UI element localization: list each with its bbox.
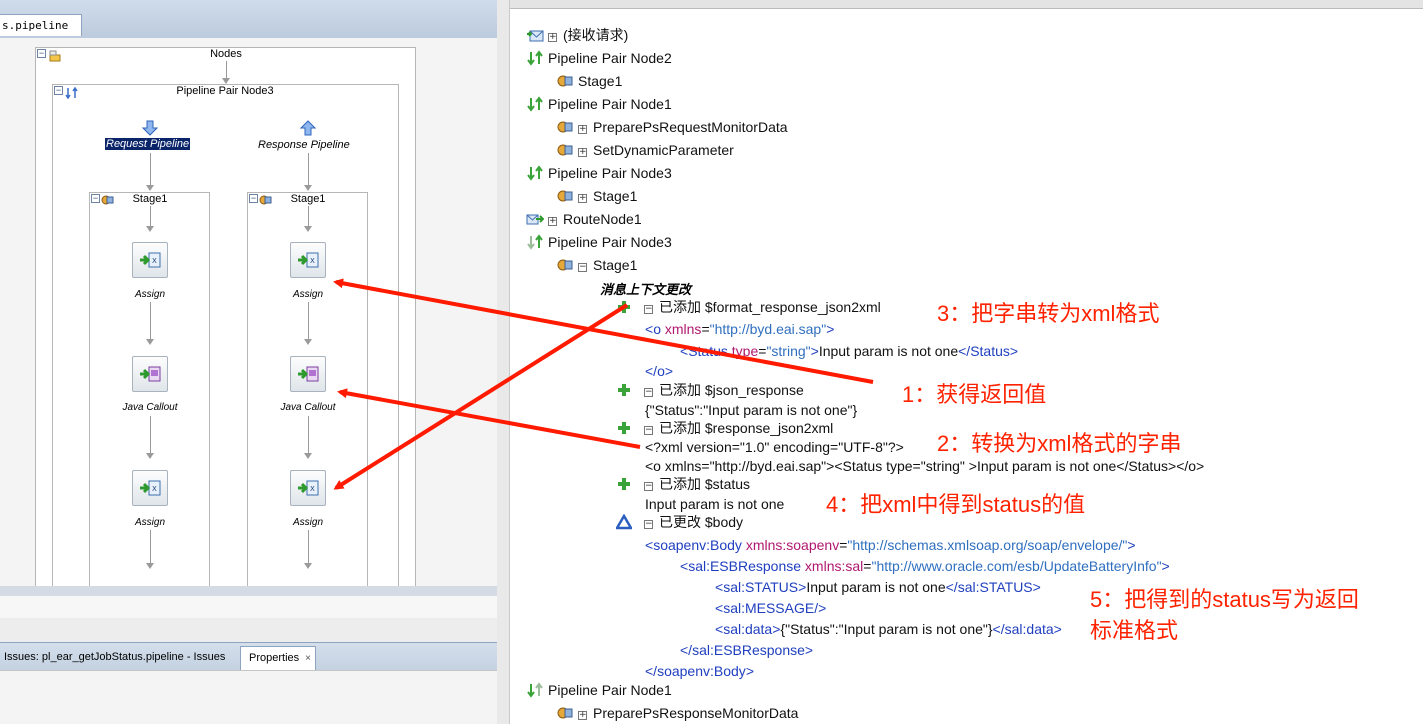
arrow-step-2: [337, 388, 641, 449]
annotation-arrows: [333, 278, 874, 490]
arrow-step-1: [333, 278, 874, 384]
arrow-step-5: [333, 303, 629, 490]
